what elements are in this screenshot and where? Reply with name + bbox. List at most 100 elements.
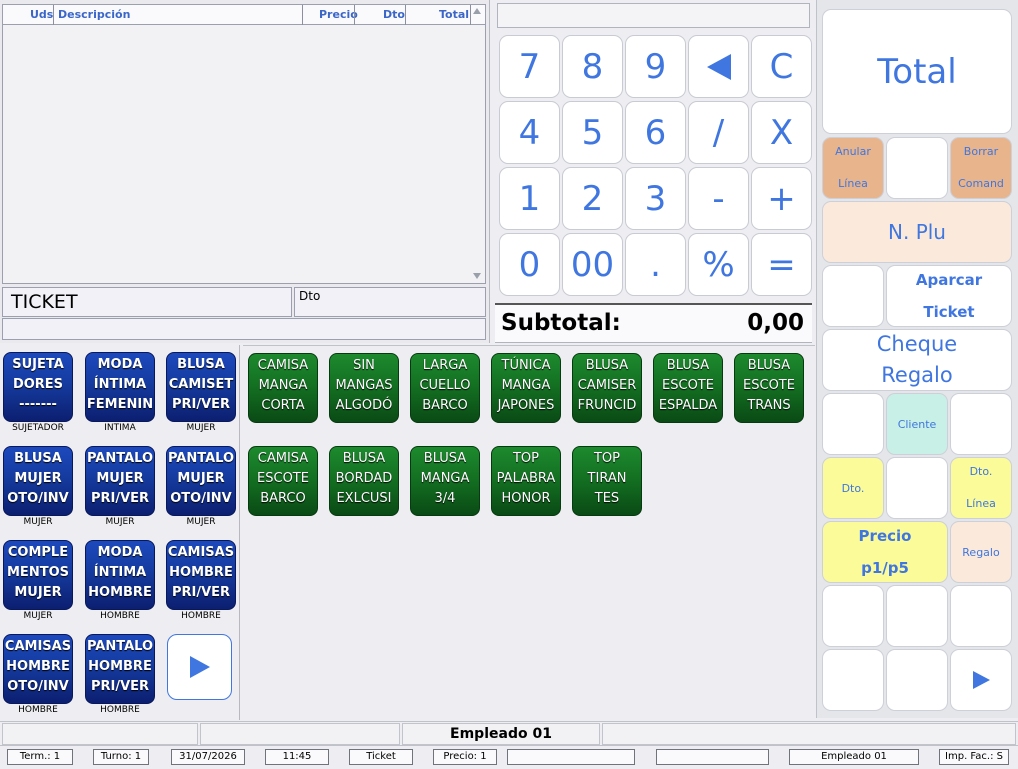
scroll-up-icon[interactable]	[473, 8, 481, 14]
family-button-line: -------	[19, 397, 57, 412]
family-button-line: HOMBRE	[169, 565, 233, 580]
key-percent[interactable]: %	[688, 233, 749, 296]
family-button[interactable]: SUJETA DORES -------	[3, 352, 73, 422]
ticket-lines-list[interactable]: Uds Descripción Precio Dto Total	[2, 4, 486, 284]
nplu-label: N. Plu	[888, 220, 946, 244]
col-separator	[405, 5, 406, 25]
status-imp-fac: Imp. Fac.: S	[939, 749, 1009, 765]
empty-button[interactable]	[886, 137, 948, 199]
key-digit-9[interactable]: 9	[625, 35, 686, 98]
family-caption: MUJER	[186, 517, 216, 527]
next-families-button[interactable]	[167, 634, 232, 700]
key-digit-3[interactable]: 3	[625, 167, 686, 230]
empty-button[interactable]	[950, 393, 1012, 455]
key-minus[interactable]: -	[688, 167, 749, 230]
family-button[interactable]: PANTALO HOMBRE PRI/VER	[85, 634, 155, 704]
family-button-line: CAMISAS	[167, 545, 235, 560]
aparcar-ticket-button[interactable]: Aparcar Ticket	[886, 265, 1012, 327]
precio-button[interactable]: Precio p1/p5	[822, 521, 948, 583]
product-button-line: BLUSA	[666, 358, 710, 373]
key-digit-6[interactable]: 6	[625, 101, 686, 164]
key-digit-1[interactable]: 1	[499, 167, 560, 230]
family-button-line: MUJER	[177, 471, 225, 486]
family-button[interactable]: PANTALO MUJER OTO/INV	[166, 446, 236, 516]
empty-button[interactable]	[822, 265, 884, 327]
empty-button[interactable]	[886, 649, 948, 711]
family-button[interactable]: COMPLE MENTOS MUJER	[3, 540, 73, 610]
key-digit-00[interactable]: 00	[562, 233, 623, 296]
family-button[interactable]: CAMISAS HOMBRE PRI/VER	[166, 540, 236, 610]
key-clear[interactable]: C	[751, 35, 812, 98]
product-button[interactable]: TOP PALABRA HONOR	[491, 446, 561, 516]
key-multiply[interactable]: X	[751, 101, 812, 164]
key-label: 0	[518, 244, 541, 285]
key-backspace[interactable]	[688, 35, 749, 98]
empty-button[interactable]	[886, 585, 948, 647]
empty-button[interactable]	[822, 585, 884, 647]
product-button[interactable]: TÚNICA MANGA JAPONES	[491, 353, 561, 423]
cliente-button[interactable]: Cliente	[886, 393, 948, 455]
product-button[interactable]: CAMISA MANGA CORTA	[248, 353, 318, 423]
product-button[interactable]: LARGA CUELLO BARCO	[410, 353, 480, 423]
next-panel-button[interactable]	[950, 649, 1012, 711]
product-button[interactable]: BLUSA MANGA 3/4	[410, 446, 480, 516]
key-digit-4[interactable]: 4	[499, 101, 560, 164]
borrar-line1: Borrar	[963, 145, 999, 158]
key-digit-8[interactable]: 8	[562, 35, 623, 98]
key-digit-2[interactable]: 2	[562, 167, 623, 230]
product-button-line: BARCO	[422, 398, 468, 413]
borrar-comanda-button[interactable]: Borrar Comand	[950, 137, 1012, 199]
regalo-button[interactable]: Regalo	[950, 521, 1012, 583]
product-button-line: 3/4	[434, 491, 456, 506]
product-button-line: LARGA	[422, 358, 468, 373]
family-button[interactable]: CAMISAS HOMBRE OTO/INV	[3, 634, 73, 704]
product-button-line: TOP	[512, 451, 539, 466]
family-button-line: PANTALO	[86, 639, 154, 654]
status-employee: Empleado 01	[789, 749, 919, 765]
family-button[interactable]: MODA ÍNTIMA FEMENIN	[85, 352, 155, 422]
key-equals[interactable]: =	[751, 233, 812, 296]
key-label: X	[769, 112, 794, 153]
product-button-line: TOP	[593, 451, 620, 466]
scroll-down-icon[interactable]	[473, 273, 481, 279]
family-button[interactable]: MODA ÍNTIMA HOMBRE	[85, 540, 155, 610]
product-button[interactable]: CAMISA ESCOTE BARCO	[248, 446, 318, 516]
status-empty	[656, 749, 769, 765]
product-button[interactable]: BLUSA CAMISER FRUNCID	[572, 353, 642, 423]
product-button[interactable]: BLUSA BORDAD EXLCUSI	[329, 446, 399, 516]
key-plus[interactable]: +	[751, 167, 812, 230]
total-button[interactable]: Total	[822, 9, 1012, 134]
family-button[interactable]: PANTALO MUJER PRI/VER	[85, 446, 155, 516]
col-uds: Uds	[30, 8, 54, 21]
key-label: +	[767, 178, 796, 219]
empty-button[interactable]	[822, 649, 884, 711]
key-label: 00	[570, 244, 615, 285]
anular-linea-button[interactable]: Anular Línea	[822, 137, 884, 199]
key-digit-0[interactable]: 0	[499, 233, 560, 296]
empty-button[interactable]	[886, 457, 948, 519]
product-button[interactable]: BLUSA ESCOTE ESPALDA	[653, 353, 723, 423]
product-button-line: PALABRA	[496, 471, 556, 486]
product-button[interactable]: SIN MANGAS ALGODÓ	[329, 353, 399, 423]
col-separator	[302, 5, 303, 25]
play-right-icon	[189, 656, 210, 678]
product-button[interactable]: TOP TIRAN TES	[572, 446, 642, 516]
empty-button[interactable]	[950, 585, 1012, 647]
family-button-line: MUJER	[14, 585, 62, 600]
family-button[interactable]: BLUSA CAMISET PRI/VER	[166, 352, 236, 422]
nplu-button[interactable]: N. Plu	[822, 201, 1012, 263]
family-button[interactable]: BLUSA MUJER OTO/INV	[3, 446, 73, 516]
dto-linea-button[interactable]: Dto. Línea	[950, 457, 1012, 519]
key-label: =	[767, 244, 796, 285]
cheque-regalo-button[interactable]: Cheque Regalo	[822, 329, 1012, 391]
status-precio: Precio: 1	[433, 749, 497, 765]
key-decimal[interactable]: .	[625, 233, 686, 296]
key-digit-7[interactable]: 7	[499, 35, 560, 98]
family-caption: MUJER	[23, 611, 53, 621]
empty-button[interactable]	[822, 393, 884, 455]
dto-button[interactable]: Dto.	[822, 457, 884, 519]
product-button[interactable]: BLUSA ESCOTE TRANS	[734, 353, 804, 423]
product-button-line: ESPALDA	[658, 398, 718, 413]
key-digit-5[interactable]: 5	[562, 101, 623, 164]
key-divide[interactable]: /	[688, 101, 749, 164]
